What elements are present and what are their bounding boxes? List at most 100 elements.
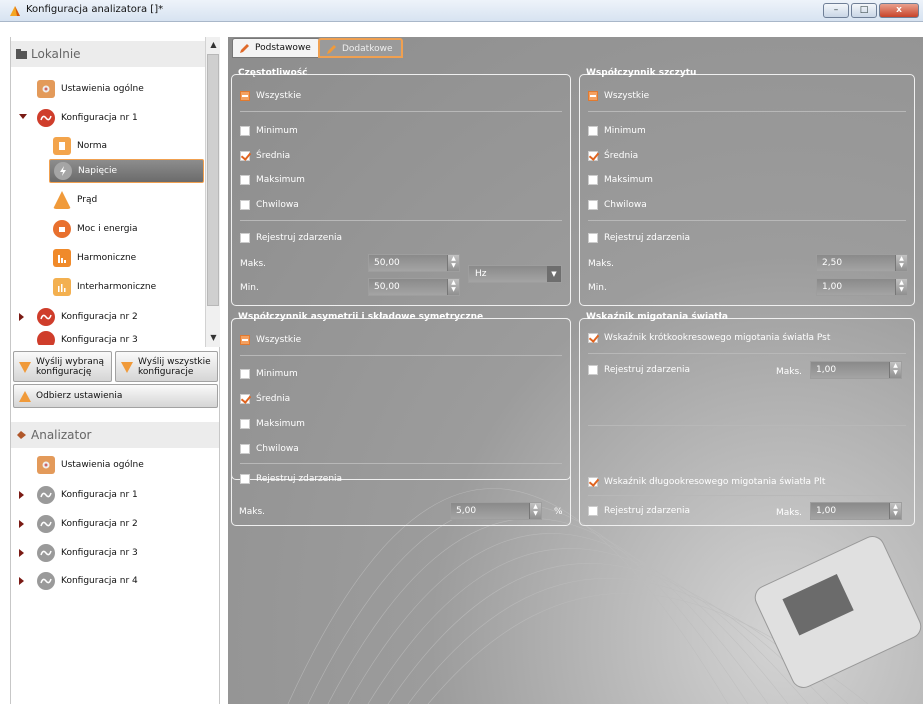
expand-right-icon[interactable] (19, 491, 24, 499)
asym-min-checkbox[interactable] (240, 369, 250, 379)
asym-all-checkbox[interactable] (240, 335, 250, 345)
spin-arrows-icon[interactable]: ▲ ▼ (889, 503, 901, 519)
asym-events-checkbox[interactable] (240, 474, 250, 484)
freq-avg-checkbox[interactable] (240, 151, 250, 161)
divider (588, 495, 906, 496)
freq-all-checkbox[interactable] (240, 91, 250, 101)
freq-max-row[interactable]: Maksimum (240, 175, 305, 185)
analyzer-config-2[interactable]: Konfiguracja nr 2 (19, 512, 138, 536)
crest-max-spinbox[interactable]: 2,50 ▲ ▼ (816, 254, 908, 272)
flicker-plt-max-label: Maks. (776, 508, 803, 518)
tab-basic[interactable]: Podstawowe (232, 38, 320, 58)
asym-inst-checkbox[interactable] (240, 444, 250, 454)
scroll-up-arrow[interactable]: ▲ (208, 40, 219, 50)
asym-inst-row[interactable]: Chwilowa (240, 444, 299, 454)
expand-right-icon[interactable] (19, 520, 24, 528)
freq-min-row[interactable]: Minimum (240, 126, 298, 136)
crest-max-row[interactable]: Maksimum (588, 175, 653, 185)
spin-arrows-icon[interactable]: ▲ ▼ (447, 255, 459, 271)
freq-inst-row[interactable]: Chwilowa (240, 200, 299, 210)
flicker-pst-events-checkbox[interactable] (588, 365, 598, 375)
flicker-pst-row[interactable]: Wskaźnik krótkookresowego migotania świa… (588, 333, 830, 343)
expand-right-icon[interactable] (19, 577, 24, 585)
tree-item-power-energy[interactable]: Moc i energia (53, 217, 138, 241)
flicker-plt-max-spinbox[interactable]: 1,00 ▲ ▼ (810, 502, 902, 520)
tree-item-current[interactable]: Prąd (53, 188, 97, 212)
tree-item-general-settings[interactable]: Ustawienia ogólne (37, 77, 144, 101)
close-button[interactable]: x (879, 3, 919, 18)
analyzer-config-1[interactable]: Konfiguracja nr 1 (19, 483, 138, 507)
spin-arrows-icon[interactable]: ▲ ▼ (447, 279, 459, 295)
send-selected-button[interactable]: Wyślij wybraną konfigurację (13, 351, 112, 382)
flicker-pst-events-row[interactable]: Rejestruj zdarzenia (588, 365, 690, 375)
freq-max-checkbox[interactable] (240, 175, 250, 185)
maximize-button[interactable]: □ (851, 3, 877, 18)
freq-all-row[interactable]: Wszystkie (240, 91, 301, 101)
scroll-thumb[interactable] (207, 54, 219, 306)
tree-item-config-2[interactable]: Konfiguracja nr 2 (19, 305, 138, 329)
analyzer-config-3[interactable]: Konfiguracja nr 3 (19, 541, 138, 565)
spin-arrows-icon[interactable]: ▲ ▼ (895, 279, 907, 295)
tree-item-voltage[interactable]: Napięcie (49, 159, 204, 183)
tree-item-config-3[interactable]: Konfiguracja nr 3 (37, 331, 138, 345)
expand-right-icon[interactable] (19, 313, 24, 321)
freq-events-row[interactable]: Rejestruj zdarzenia (240, 233, 342, 243)
tree-scrollbar[interactable]: ▲ ▼ (205, 37, 220, 347)
tree-item-harmonics[interactable]: Harmoniczne (53, 246, 136, 270)
tab-additional[interactable]: Dodatkowe (318, 38, 403, 58)
expand-down-icon[interactable] (19, 114, 27, 119)
asym-avg-row[interactable]: Średnia (240, 394, 290, 404)
crest-avg-checkbox[interactable] (588, 151, 598, 161)
tree-item-config-1[interactable]: Konfiguracja nr 1 (19, 106, 138, 130)
flicker-plt-events-checkbox[interactable] (588, 506, 598, 516)
crest-events-row[interactable]: Rejestruj zdarzenia (588, 233, 690, 243)
scroll-down-arrow[interactable]: ▼ (208, 333, 219, 343)
spin-arrows-icon[interactable]: ▲ ▼ (895, 255, 907, 271)
crest-all-checkbox[interactable] (588, 91, 598, 101)
analyzer-config-4[interactable]: Konfiguracja nr 4 (19, 569, 138, 593)
crest-min-spinbox[interactable]: 1,00 ▲ ▼ (816, 278, 908, 296)
crest-inst-row[interactable]: Chwilowa (588, 200, 647, 210)
freq-min-spinbox[interactable]: 50,00 ▲ ▼ (368, 278, 460, 296)
asym-min-row[interactable]: Minimum (240, 369, 298, 379)
freq-inst-checkbox[interactable] (240, 200, 250, 210)
flicker-plt-row[interactable]: Wskaźnik długookresowego migotania świat… (588, 477, 825, 487)
crest-all-row[interactable]: Wszystkie (588, 91, 649, 101)
crest-min-checkbox[interactable] (588, 126, 598, 136)
analyzer-general-settings[interactable]: Ustawienia ogólne (37, 453, 144, 477)
spin-arrows-icon[interactable]: ▲ ▼ (529, 503, 541, 519)
asym-all-row[interactable]: Wszystkie (240, 335, 301, 345)
asym-events-row[interactable]: Rejestruj zdarzenia (240, 474, 342, 484)
crest-avg-row[interactable]: Średnia (588, 151, 638, 161)
crest-max-checkbox[interactable] (588, 175, 598, 185)
minimize-button[interactable]: – (823, 3, 849, 18)
crest-min-row[interactable]: Minimum (588, 126, 646, 136)
flicker-plt-checkbox[interactable] (588, 477, 598, 487)
window-title: Konfiguracja analizatora []* (26, 4, 164, 15)
crest-inst-checkbox[interactable] (588, 200, 598, 210)
tree-item-interharmonics[interactable]: Interharmoniczne (53, 275, 156, 299)
freq-min-label: Min. (240, 283, 259, 293)
freq-unit-select[interactable]: Hz ▼ (468, 265, 562, 283)
freq-max-label: Maks. (240, 259, 267, 269)
crest-events-checkbox[interactable] (588, 233, 598, 243)
flicker-plt-events-row[interactable]: Rejestruj zdarzenia (588, 506, 690, 516)
divider (240, 355, 562, 356)
flicker-pst-checkbox[interactable] (588, 333, 598, 343)
freq-min-checkbox[interactable] (240, 126, 250, 136)
asym-max-spinbox[interactable]: 5,00 ▲ ▼ (450, 502, 542, 520)
asym-avg-checkbox[interactable] (240, 394, 250, 404)
receive-settings-button[interactable]: Odbierz ustawienia (13, 384, 218, 408)
asym-max-checkbox[interactable] (240, 419, 250, 429)
send-icon (19, 362, 31, 373)
flicker-pst-max-spinbox[interactable]: 1,00 ▲ ▼ (810, 361, 902, 379)
spin-arrows-icon[interactable]: ▲ ▼ (889, 362, 901, 378)
tree-item-norm[interactable]: Norma (53, 134, 107, 158)
asym-max-row[interactable]: Maksimum (240, 419, 305, 429)
send-all-button[interactable]: Wyślij wszystkie konfiguracje (115, 351, 218, 382)
chevron-down-icon[interactable]: ▼ (547, 266, 561, 282)
freq-max-spinbox[interactable]: 50,00 ▲ ▼ (368, 254, 460, 272)
freq-avg-row[interactable]: Średnia (240, 151, 290, 161)
freq-events-checkbox[interactable] (240, 233, 250, 243)
expand-right-icon[interactable] (19, 549, 24, 557)
